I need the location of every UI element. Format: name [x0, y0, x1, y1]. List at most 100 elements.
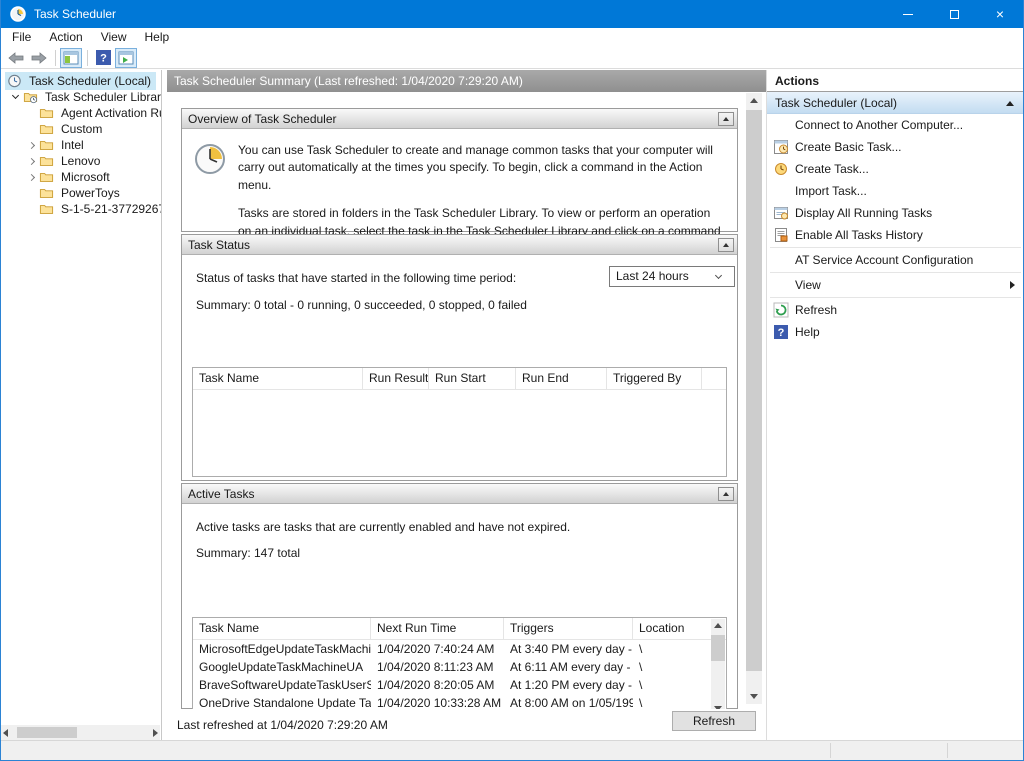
overview-clock-icon	[194, 143, 226, 175]
blank-icon	[773, 117, 789, 133]
tree-item-task-scheduler-local[interactable]: Task Scheduler (Local)	[1, 73, 161, 89]
active-tasks-section-header[interactable]: Active Tasks	[182, 484, 737, 504]
last-refreshed-text: Last refreshed at 1/04/2020 7:29:20 AM	[177, 718, 388, 732]
maximize-icon	[950, 10, 959, 19]
svg-text:?: ?	[778, 327, 785, 339]
action-label: Display All Running Tasks	[795, 206, 932, 220]
chevron-expanded-icon[interactable]	[12, 92, 19, 99]
close-icon: ×	[996, 7, 1004, 21]
console-tree-panel: Task Scheduler (Local) Task Scheduler Li…	[1, 70, 162, 740]
scrollbar-thumb[interactable]	[746, 110, 762, 671]
actions-group-label: Task Scheduler (Local)	[775, 96, 897, 110]
table-row[interactable]: BraveSoftwareUpdateTaskUserS-1-... 1/04/…	[193, 676, 726, 694]
time-period-label: Status of tasks that have started in the…	[196, 271, 516, 285]
collapse-icon	[723, 492, 729, 496]
action-connect-to-another-computer[interactable]: Connect to Another Computer...	[767, 114, 1024, 136]
menu-file[interactable]: File	[3, 28, 40, 47]
task-status-summary: Summary: 0 total - 0 running, 0 succeede…	[196, 298, 527, 312]
overview-section-header[interactable]: Overview of Task Scheduler	[182, 109, 737, 129]
column-header[interactable]: Triggers	[504, 618, 633, 639]
column-header[interactable]: Task Name	[193, 368, 363, 389]
summary-header: Task Scheduler Summary (Last refreshed: …	[167, 70, 766, 92]
help-icon: ?	[96, 50, 111, 65]
actions-group-header[interactable]: Task Scheduler (Local)	[767, 92, 1024, 114]
menu-action[interactable]: Action	[40, 28, 91, 47]
column-header[interactable]: Next Run Time	[371, 618, 504, 639]
action-create-basic-task[interactable]: Create Basic Task...	[767, 136, 1024, 158]
cell-task-name: MicrosoftEdgeUpdateTaskMachine...	[193, 640, 371, 658]
tree-item-label: PowerToys	[58, 185, 123, 201]
refresh-button[interactable]: Refresh	[672, 711, 756, 731]
tree-horizontal-scrollbar[interactable]	[1, 725, 160, 740]
action-import-task[interactable]: Import Task...	[767, 180, 1024, 202]
toolbar-separator	[55, 50, 56, 66]
menu-help[interactable]: Help	[136, 28, 179, 47]
table-vertical-scrollbar[interactable]	[711, 619, 725, 710]
action-help[interactable]: ? Help	[767, 321, 1024, 343]
tree-item-task-scheduler-library[interactable]: Task Scheduler Library	[1, 89, 161, 105]
action-at-service-account-configuration[interactable]: AT Service Account Configuration	[767, 249, 1024, 271]
table-row[interactable]: MicrosoftEdgeUpdateTaskMachine... 1/04/2…	[193, 640, 726, 658]
scroll-up-icon[interactable]	[750, 98, 758, 103]
action-refresh[interactable]: Refresh	[767, 299, 1024, 321]
column-header[interactable]: Run Start	[429, 368, 516, 389]
collapse-icon	[1006, 101, 1014, 106]
column-header[interactable]: Run End	[516, 368, 607, 389]
summary-footer: Last refreshed at 1/04/2020 7:29:20 AM R…	[167, 709, 766, 740]
cell-task-name: BraveSoftwareUpdateTaskUserS-1-...	[193, 676, 371, 694]
display-all-running-tasks-icon	[773, 205, 789, 221]
maximize-button[interactable]	[931, 0, 977, 28]
tree-item-folder[interactable]: S-1-5-21-3772926790-	[1, 201, 161, 217]
task-status-section-header[interactable]: Task Status	[182, 235, 737, 255]
scrollbar-thumb[interactable]	[711, 635, 725, 661]
tree-item-folder[interactable]: Custom	[1, 121, 161, 137]
overview-section-title: Overview of Task Scheduler	[188, 112, 337, 126]
action-label: Enable All Tasks History	[795, 228, 923, 242]
collapse-button[interactable]	[718, 112, 734, 126]
chevron-collapsed-icon[interactable]	[28, 157, 35, 164]
minimize-button[interactable]	[885, 0, 931, 28]
tree-item-folder[interactable]: PowerToys	[1, 185, 161, 201]
svg-text:?: ?	[100, 53, 107, 65]
action-view[interactable]: View	[767, 274, 1024, 296]
scroll-up-icon[interactable]	[714, 623, 722, 628]
tree-item-label: Custom	[58, 121, 105, 137]
tree-item-folder[interactable]: Microsoft	[1, 169, 161, 185]
tree-item-folder[interactable]: Lenovo	[1, 153, 161, 169]
time-period-dropdown[interactable]: Last 24 hours	[609, 266, 735, 287]
scroll-left-icon[interactable]	[3, 729, 8, 737]
active-tasks-summary: Summary: 147 total	[196, 546, 300, 560]
forward-button[interactable]	[28, 48, 50, 68]
help-button[interactable]: ?	[92, 48, 114, 68]
cell-next-run-time: 1/04/2020 8:11:23 AM	[371, 658, 504, 676]
tree-item-folder[interactable]: Intel	[1, 137, 161, 153]
table-row[interactable]: GoogleUpdateTaskMachineUA 1/04/2020 8:11…	[193, 658, 726, 676]
back-button[interactable]	[5, 48, 27, 68]
collapse-button[interactable]	[718, 238, 734, 252]
action-create-task[interactable]: Create Task...	[767, 158, 1024, 180]
close-button[interactable]: ×	[977, 0, 1023, 28]
action-display-all-running-tasks[interactable]: Display All Running Tasks	[767, 202, 1024, 224]
column-header[interactable]: Task Name	[193, 618, 371, 639]
show-action-pane-button[interactable]	[115, 48, 137, 68]
column-header[interactable]: Triggered By	[607, 368, 702, 389]
task-scheduler-window: Task Scheduler × File Action View Help ?	[0, 0, 1024, 761]
scroll-down-icon[interactable]	[750, 694, 758, 699]
library-icon	[23, 90, 38, 104]
chevron-collapsed-icon[interactable]	[28, 141, 35, 148]
action-enable-all-tasks-history[interactable]: Enable All Tasks History	[767, 224, 1024, 246]
action-label: Refresh	[795, 303, 837, 317]
show-console-tree-button[interactable]	[60, 48, 82, 68]
summary-content: Overview of Task Scheduler You can use T…	[167, 92, 766, 710]
chevron-collapsed-icon[interactable]	[28, 173, 35, 180]
action-label: Create Basic Task...	[795, 140, 902, 154]
scrollbar-thumb[interactable]	[17, 727, 77, 738]
collapse-button[interactable]	[718, 487, 734, 501]
tree-item-folder[interactable]: Agent Activation Runt	[1, 105, 161, 121]
menu-view[interactable]: View	[92, 28, 136, 47]
scroll-right-icon[interactable]	[153, 729, 158, 737]
column-header[interactable]: Run Result	[363, 368, 429, 389]
create-basic-task-icon	[773, 139, 789, 155]
summary-vertical-scrollbar[interactable]	[746, 93, 762, 704]
table-row[interactable]: OneDrive Standalone Update Task-... 1/04…	[193, 694, 726, 710]
